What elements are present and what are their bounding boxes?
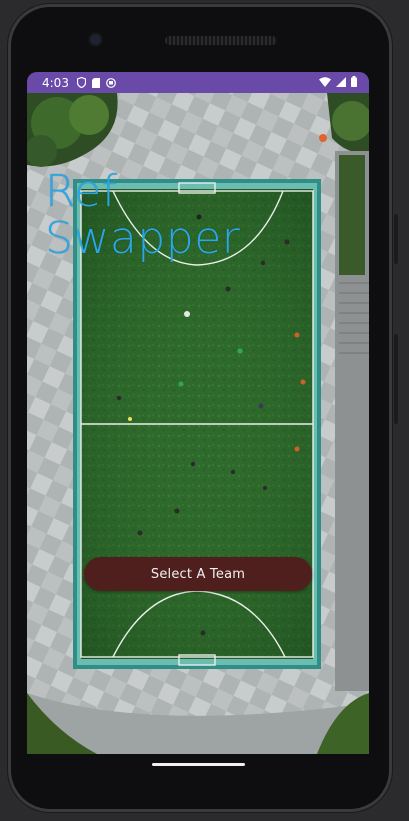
speaker-grille [165,36,277,45]
status-time: 4:03 [42,75,69,90]
front-camera-icon [90,34,101,45]
home-gesture-handle[interactable] [152,763,245,766]
app-notification-icon [106,77,116,88]
sd-card-icon [91,77,100,88]
wifi-icon [319,76,331,87]
volume-button [394,214,398,264]
shield-icon [76,77,86,88]
navigation-bar [27,754,369,784]
app-title-line2: Swapper [45,213,241,264]
app-screen: 4:03 Ref Swapper Select A Team [27,72,369,754]
app-title-line1: Ref [45,166,118,217]
power-button [394,334,398,424]
cell-signal-icon [336,76,346,87]
select-team-button[interactable]: Select A Team [84,557,312,591]
battery-icon [351,76,357,87]
app-title: Ref Swapper [45,168,240,262]
status-bar: 4:03 [27,72,369,93]
